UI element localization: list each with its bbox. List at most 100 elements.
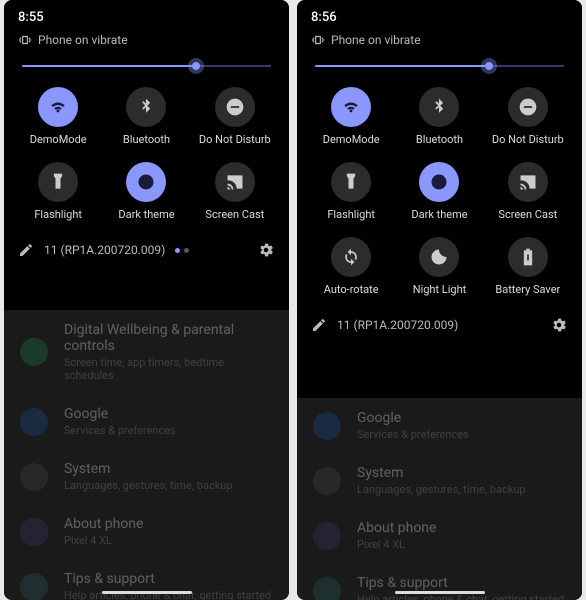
nav-bar[interactable]	[102, 591, 192, 594]
qs-tile-flashlight[interactable]: Flashlight	[307, 162, 395, 221]
qs-tiles-grid: DemoMode Bluetooth Do Not Disturb Flashligh…	[297, 81, 582, 306]
settings-item[interactable]: Tips & support Help articles, phone & cha…	[297, 563, 582, 600]
qs-tiles-grid: DemoMode Bluetooth Do Not Disturb Flashligh…	[4, 81, 289, 231]
settings-item-title: Google	[357, 410, 469, 426]
qs-footer: 11 (RP1A.200720.009)	[297, 306, 582, 346]
phone-right: Google Services & preferences System Langua…	[297, 0, 582, 600]
nightlight-icon[interactable]	[419, 237, 459, 277]
qs-tile-label: Battery Saver	[495, 283, 560, 296]
settings-item-title: Digital Wellbeing & parental controls	[64, 322, 273, 354]
wifi-icon[interactable]	[38, 87, 78, 127]
settings-item-title: System	[357, 465, 526, 481]
bluetooth-icon[interactable]	[126, 87, 166, 127]
qs-tile-auto-rotate[interactable]: Auto-rotate	[307, 237, 395, 296]
qs-tile-demomode[interactable]: DemoMode	[307, 87, 395, 146]
rotate-icon[interactable]	[331, 237, 371, 277]
settings-item-title: Tips & support	[64, 571, 271, 587]
vibrate-icon	[311, 33, 325, 47]
qs-tile-battery-saver[interactable]: Battery Saver	[484, 237, 572, 296]
settings-item[interactable]: About phone Pixel 4 XL	[297, 508, 582, 563]
brightness-thumb[interactable]	[188, 58, 204, 74]
flashlight-icon[interactable]	[38, 162, 78, 202]
settings-item[interactable]: Google Services & preferences	[297, 398, 582, 453]
settings-background-left: Digital Wellbeing & parental controlsScr…	[4, 310, 289, 600]
brightness-thumb[interactable]	[481, 58, 497, 74]
brightness-slider[interactable]	[4, 55, 289, 81]
qs-tile-dark-theme[interactable]: Dark theme	[395, 162, 483, 221]
settings-item-subtitle: Pixel 4 XL	[64, 534, 143, 547]
bluetooth-icon[interactable]	[419, 87, 459, 127]
status-bar: 8:56	[297, 0, 582, 29]
qs-tile-label: Dark theme	[118, 208, 174, 221]
qs-tile-do-not-disturb[interactable]: Do Not Disturb	[484, 87, 572, 146]
build-label: 11 (RP1A.200720.009)	[337, 318, 458, 332]
quick-settings-panel: 8:55 Phone on vibrate DemoModeBluetoothD…	[4, 0, 289, 271]
settings-item-subtitle: Languages, gestures, time, backup	[64, 479, 233, 492]
settings-item-icon	[313, 467, 341, 495]
qs-tile-label: Dark theme	[411, 208, 467, 221]
settings-item[interactable]: System Languages, gestures, time, backup	[4, 449, 289, 504]
qs-tile-label: Bluetooth	[416, 133, 463, 146]
qs-tile-screen-cast[interactable]: Screen Cast	[484, 162, 572, 221]
vibrate-icon	[18, 33, 32, 47]
settings-background-right: Google Services & preferences System Langua…	[297, 398, 582, 600]
darktheme-icon[interactable]	[419, 162, 459, 202]
qs-tile-demomode[interactable]: DemoMode	[14, 87, 102, 146]
vibrate-status-row: Phone on vibrate	[297, 29, 582, 55]
settings-item-icon	[20, 518, 48, 546]
qs-tile-label: Screen Cast	[498, 208, 557, 221]
qs-tile-dark-theme[interactable]: Dark theme	[102, 162, 190, 221]
settings-item-title: About phone	[357, 520, 436, 536]
dnd-icon[interactable]	[508, 87, 548, 127]
qs-tile-label: Night Light	[413, 283, 467, 296]
vibrate-label: Phone on vibrate	[331, 33, 421, 47]
settings-item-subtitle: Pixel 4 XL	[357, 538, 436, 551]
battery-icon[interactable]	[508, 237, 548, 277]
brightness-slider[interactable]	[297, 55, 582, 81]
qs-tile-bluetooth[interactable]: Bluetooth	[102, 87, 190, 146]
page-dot[interactable]	[184, 248, 189, 253]
settings-item[interactable]: About phone Pixel 4 XL	[4, 504, 289, 559]
qs-tile-night-light[interactable]: Night Light	[395, 237, 483, 296]
settings-item[interactable]: Digital Wellbeing & parental controlsScr…	[4, 310, 289, 394]
gear-icon[interactable]	[550, 316, 568, 334]
qs-tile-flashlight[interactable]: Flashlight	[14, 162, 102, 221]
darktheme-icon[interactable]	[126, 162, 166, 202]
settings-item-title: System	[64, 461, 233, 477]
settings-item-subtitle: Help articles, phone & chat, getting sta…	[357, 593, 564, 600]
page-dot[interactable]	[175, 248, 180, 253]
qs-tile-label: Do Not Disturb	[492, 133, 564, 146]
settings-item-subtitle: Services & preferences	[357, 428, 469, 441]
cast-icon[interactable]	[508, 162, 548, 202]
wifi-icon[interactable]	[331, 87, 371, 127]
qs-tile-bluetooth[interactable]: Bluetooth	[395, 87, 483, 146]
nav-bar[interactable]	[395, 591, 485, 594]
settings-item-icon	[20, 408, 48, 436]
qs-tile-label: Do Not Disturb	[199, 133, 271, 146]
settings-item-title: About phone	[64, 516, 143, 532]
gear-icon[interactable]	[257, 241, 275, 259]
settings-item[interactable]: GoogleServices & preferences	[4, 394, 289, 449]
qs-tile-label: DemoMode	[30, 133, 87, 146]
settings-item-icon	[20, 338, 48, 366]
qs-tile-label: Flashlight	[327, 208, 375, 221]
clock: 8:56	[311, 10, 337, 25]
edit-icon[interactable]	[311, 317, 327, 333]
settings-item-subtitle: Screen time, app timers, bedtime schedul…	[64, 356, 273, 382]
quick-settings-panel: 8:56 Phone on vibrate DemoModeBluetoothD…	[297, 0, 582, 346]
flashlight-icon[interactable]	[331, 162, 371, 202]
cast-icon[interactable]	[215, 162, 255, 202]
qs-tile-label: Screen Cast	[205, 208, 264, 221]
settings-item[interactable]: System Languages, gestures, time, backup	[297, 453, 582, 508]
settings-item-subtitle: Languages, gestures, time, backup	[357, 483, 526, 496]
vibrate-status-row: Phone on vibrate	[4, 29, 289, 55]
dnd-icon[interactable]	[215, 87, 255, 127]
settings-item-title: Tips & support	[357, 575, 564, 591]
qs-tile-screen-cast[interactable]: Screen Cast	[191, 162, 279, 221]
clock: 8:55	[18, 10, 44, 25]
phone-left: Digital Wellbeing & parental controlsScr…	[4, 0, 289, 600]
status-bar: 8:55	[4, 0, 289, 29]
page-dots[interactable]	[175, 248, 189, 253]
qs-tile-do-not-disturb[interactable]: Do Not Disturb	[191, 87, 279, 146]
edit-icon[interactable]	[18, 242, 34, 258]
